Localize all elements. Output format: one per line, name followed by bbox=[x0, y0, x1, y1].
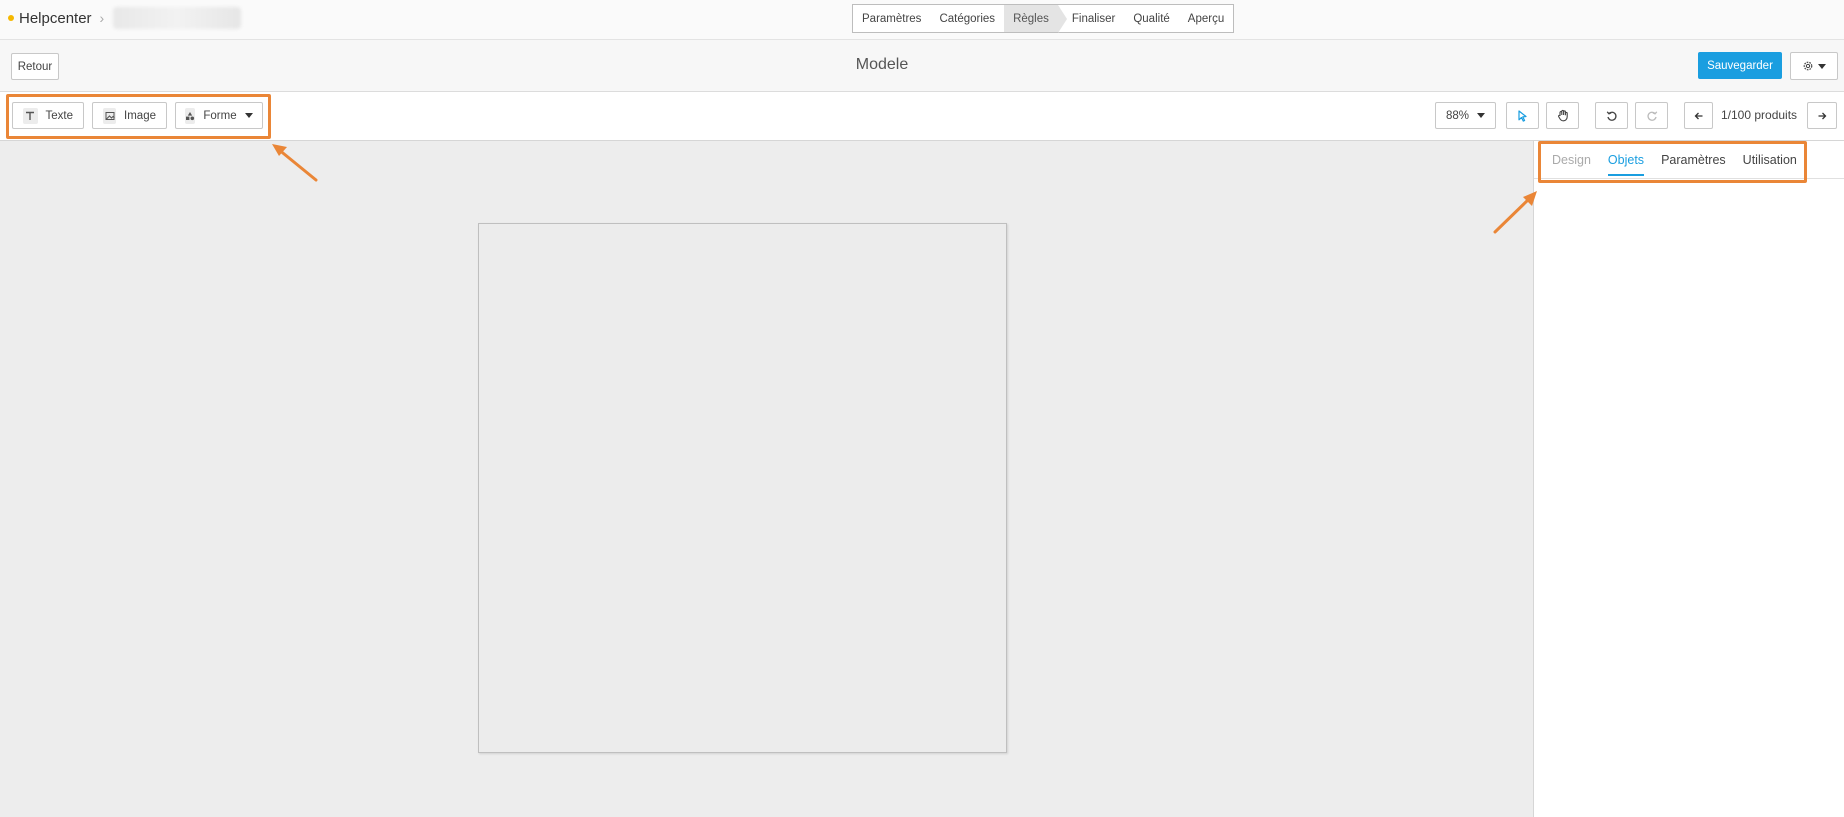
step-finaliser[interactable]: Finaliser bbox=[1058, 5, 1124, 32]
save-button[interactable]: Sauvegarder bbox=[1698, 52, 1782, 79]
next-product-button[interactable] bbox=[1807, 102, 1837, 129]
caret-down-icon bbox=[1818, 63, 1826, 69]
step-parametres[interactable]: Paramètres bbox=[853, 5, 930, 32]
previous-product-button[interactable] bbox=[1684, 102, 1713, 129]
step-label: Qualité bbox=[1133, 12, 1170, 25]
step-label: Finaliser bbox=[1071, 12, 1116, 25]
tabs-divider bbox=[1534, 178, 1844, 179]
select-tool-button[interactable] bbox=[1506, 102, 1539, 129]
zoom-select[interactable]: 88% bbox=[1435, 102, 1496, 129]
add-text-button[interactable]: Texte bbox=[12, 102, 84, 129]
step-label: Paramètres bbox=[862, 12, 922, 25]
settings-dropdown-button[interactable] bbox=[1790, 52, 1838, 80]
undo-icon bbox=[1606, 110, 1617, 121]
header-bar: Retour Modele Sauvegarder bbox=[0, 40, 1844, 92]
workflow-stepper: Paramètres Catégories Règles Finaliser Q… bbox=[852, 4, 1234, 33]
add-text-label: Texte bbox=[45, 109, 74, 122]
pointer-icon bbox=[1518, 109, 1527, 122]
arrow-left-icon bbox=[1694, 112, 1702, 119]
blurred-breadcrumb-item bbox=[113, 7, 242, 29]
arrow-right-icon bbox=[1818, 112, 1827, 119]
tab-design[interactable]: Design bbox=[1552, 141, 1591, 178]
step-qualite[interactable]: Qualité bbox=[1124, 5, 1178, 32]
breadcrumb: Helpcenter › bbox=[8, 7, 242, 29]
add-shape-button[interactable]: Forme bbox=[175, 102, 263, 129]
caret-down-icon bbox=[1477, 113, 1486, 118]
editor-toolbar: Texte Image Forme 88% 1/100 produits bbox=[0, 92, 1844, 141]
chevron-right-icon: › bbox=[99, 10, 105, 26]
tab-utilisation[interactable]: Utilisation bbox=[1743, 141, 1797, 178]
zoom-value: 88% bbox=[1445, 109, 1470, 122]
design-canvas[interactable] bbox=[478, 223, 1007, 753]
panel-tabs: Design Objets Paramètres Utilisation bbox=[1542, 141, 1797, 178]
page-title: Modele bbox=[855, 56, 909, 73]
text-icon bbox=[23, 107, 38, 124]
caret-down-icon bbox=[244, 113, 253, 118]
properties-panel: Design Objets Paramètres Utilisation bbox=[1533, 141, 1844, 817]
shapes-icon bbox=[185, 107, 196, 124]
step-categories[interactable]: Catégories bbox=[930, 5, 1004, 32]
tab-parametres[interactable]: Paramètres bbox=[1661, 141, 1726, 178]
status-dot-icon bbox=[8, 15, 14, 21]
add-image-label: Image bbox=[124, 109, 156, 122]
arrow-left-annotation-icon bbox=[272, 144, 318, 182]
tab-objets[interactable]: Objets bbox=[1607, 141, 1645, 178]
step-label: Catégories bbox=[939, 12, 996, 25]
image-icon bbox=[103, 107, 117, 124]
gear-icon bbox=[1803, 61, 1813, 71]
step-label: Aperçu bbox=[1187, 12, 1225, 25]
hand-icon bbox=[1557, 109, 1568, 122]
top-bar: Helpcenter › Paramètres Catégories Règle… bbox=[0, 0, 1844, 40]
redo-icon bbox=[1646, 110, 1657, 121]
step-regles[interactable]: Règles bbox=[1004, 5, 1067, 33]
brand-name[interactable]: Helpcenter bbox=[19, 10, 92, 27]
redo-button[interactable] bbox=[1635, 102, 1668, 129]
step-apercu[interactable]: Aperçu bbox=[1179, 5, 1233, 32]
pan-tool-button[interactable] bbox=[1546, 102, 1579, 129]
step-label: Règles bbox=[1013, 12, 1049, 25]
add-shape-label: Forme bbox=[203, 109, 237, 122]
add-image-button[interactable]: Image bbox=[92, 102, 167, 129]
undo-button[interactable] bbox=[1595, 102, 1628, 129]
product-position: 1/100 produits bbox=[1721, 108, 1798, 122]
arrow-right-annotation-icon bbox=[1493, 191, 1537, 234]
